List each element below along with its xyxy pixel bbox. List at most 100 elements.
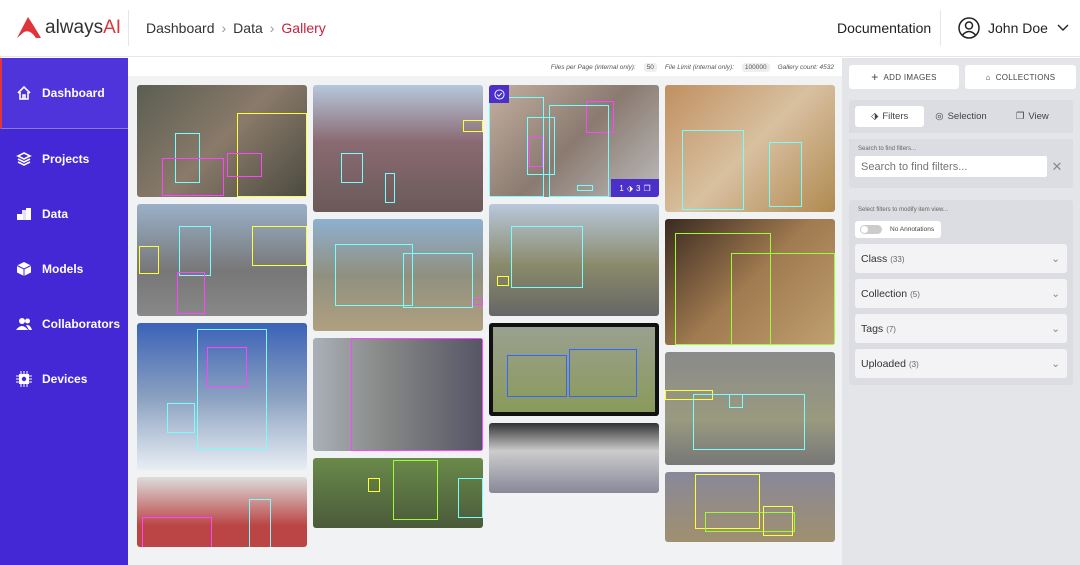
user-menu[interactable]: John Doe [958, 17, 1070, 39]
filter-name: Class [861, 252, 888, 265]
close-icon[interactable]: ✕ [1047, 159, 1067, 175]
sidebar-item-collaborators[interactable]: Collaborators [0, 296, 128, 351]
sidebar-item-label: Models [42, 261, 84, 276]
chevron-right-icon: › [269, 20, 275, 36]
layers-icon [16, 151, 32, 166]
gallery-image[interactable] [489, 423, 659, 493]
tag-count: 3 [635, 183, 641, 193]
chevron-down-icon: ⌄ [1051, 322, 1060, 335]
sidebar-item-label: Dashboard [42, 86, 105, 100]
logo-text: alwaysAI [45, 17, 122, 38]
gallery-toolbar: Files per Page (internal only): 50 File … [128, 58, 842, 76]
filter-tags[interactable]: Tags (7) ⌄ [855, 314, 1067, 343]
tab-label: Filters [882, 111, 909, 122]
selected-check-badge[interactable] [489, 85, 509, 103]
collections-label: COLLECTIONS [995, 72, 1056, 82]
filter-count: (33) [890, 254, 905, 264]
select-filters-label: Select filters to modify item view... [858, 207, 949, 213]
plus-icon: + [871, 70, 879, 84]
logo-icon [17, 17, 41, 38]
breadcrumb-gallery: Gallery [281, 20, 326, 36]
filter-collection[interactable]: Collection (5) ⌄ [855, 279, 1067, 308]
sidebar-item-models[interactable]: Models [0, 241, 128, 296]
tab-view[interactable]: ❐ View [998, 106, 1067, 127]
copy-icon: ❐ [1015, 111, 1025, 122]
no-annotations-toggle[interactable]: No Annotations [855, 221, 941, 238]
sidebar-item-label: Collaborators [42, 316, 121, 331]
logo[interactable]: alwaysAI [16, 16, 121, 40]
filter-uploaded[interactable]: Uploaded (3) ⌄ [855, 349, 1067, 378]
top-bar: alwaysAI Dashboard › Data › Gallery Docume… [0, 0, 1080, 57]
filter-class[interactable]: Class (33) ⌄ [855, 244, 1067, 273]
tab-label: View [1028, 111, 1049, 122]
files-per-page-stepper[interactable]: 50 [643, 62, 657, 72]
add-images-button[interactable]: + ADD IMAGES [849, 65, 959, 89]
toggle-label: No Annotations [890, 226, 935, 233]
add-images-label: ADD IMAGES [883, 72, 937, 82]
check-circle-icon: ◎ [935, 111, 944, 122]
files-per-page-label: Files per Page (internal only): [550, 63, 636, 71]
gallery-image[interactable] [489, 323, 659, 416]
sidebar-item-data[interactable]: Data [0, 186, 128, 241]
breadcrumb-data[interactable]: Data [233, 20, 263, 36]
boxes-icon [17, 207, 31, 220]
breadcrumb-dashboard[interactable]: Dashboard [146, 20, 215, 36]
sidebar-item-label: Projects [42, 151, 90, 166]
gallery-image[interactable] [313, 85, 483, 212]
panel-tabs: ⬗ Filters ◎ Selection ❐ View [849, 100, 1073, 133]
sidebar-item-label: Data [42, 206, 69, 221]
gallery-image[interactable] [313, 458, 483, 528]
tab-filters[interactable]: ⬗ Filters [855, 106, 925, 127]
chevron-down-icon: ⌄ [1051, 287, 1060, 300]
gallery-image[interactable] [313, 338, 483, 451]
gallery-image[interactable]: 1 ⬗ 3 ❐ [489, 85, 659, 197]
box-icon: ⌂ [985, 72, 991, 82]
divider [128, 10, 129, 46]
chevron-down-icon: ⌄ [1051, 357, 1060, 370]
users-icon [16, 317, 32, 330]
gallery-image[interactable] [137, 477, 307, 547]
gallery-image[interactable] [665, 219, 835, 345]
gallery-image[interactable] [665, 85, 835, 212]
file-limit-stepper[interactable]: 100000 [741, 62, 770, 72]
filter-search-input[interactable] [855, 156, 1047, 177]
collections-button[interactable]: ⌂ COLLECTIONS [965, 65, 1076, 89]
tab-selection[interactable]: ◎ Selection [926, 106, 995, 127]
chevron-right-icon: › [221, 20, 227, 36]
gallery-image[interactable] [137, 204, 307, 316]
chevron-down-icon [1057, 24, 1069, 31]
divider [940, 10, 941, 46]
toggle-switch[interactable] [860, 225, 882, 234]
tab-label: Selection [947, 111, 987, 122]
annotation-count: 1 [619, 183, 624, 193]
gallery-image[interactable] [137, 323, 307, 470]
gallery-image[interactable] [665, 472, 835, 542]
filter-name: Tags [861, 322, 884, 335]
gallery-image[interactable] [137, 85, 307, 197]
sidebar-item-devices[interactable]: Devices [0, 351, 128, 406]
filter-count: (7) [886, 324, 896, 334]
gallery-image[interactable] [313, 219, 483, 331]
home-icon [17, 85, 31, 100]
file-limit-label: File Limit (internal only): [664, 63, 734, 71]
gallery-image[interactable] [665, 352, 835, 465]
breadcrumb: Dashboard › Data › Gallery [146, 20, 326, 36]
documentation-link[interactable]: Documentation [837, 20, 931, 36]
chip-icon [16, 370, 32, 387]
copy-icon: ❐ [643, 183, 651, 193]
filter-options-panel: Select filters to modify item view... No… [849, 200, 1073, 385]
filter-name: Uploaded [861, 357, 906, 370]
sidebar: Dashboard Projects Data Models Collabora… [0, 58, 128, 565]
sidebar-item-label: Devices [42, 371, 88, 386]
filters-panel: ⬗ Filters ◎ Selection ❐ View Search to find… [849, 100, 1073, 188]
sidebar-item-projects[interactable]: Projects [0, 131, 128, 186]
gallery-image[interactable] [489, 204, 659, 316]
search-label: Search to find filters... [858, 146, 917, 152]
sidebar-item-dashboard[interactable]: Dashboard [0, 58, 128, 129]
check-circle-icon [493, 88, 505, 100]
filter-name: Collection [861, 287, 908, 300]
tag-icon: ⬗ [626, 183, 633, 193]
filter-count: (5) [910, 289, 920, 299]
gallery-count: Gallery count: 4532 [777, 63, 834, 71]
annotation-badge: 1 ⬗ 3 ❐ [611, 179, 659, 197]
